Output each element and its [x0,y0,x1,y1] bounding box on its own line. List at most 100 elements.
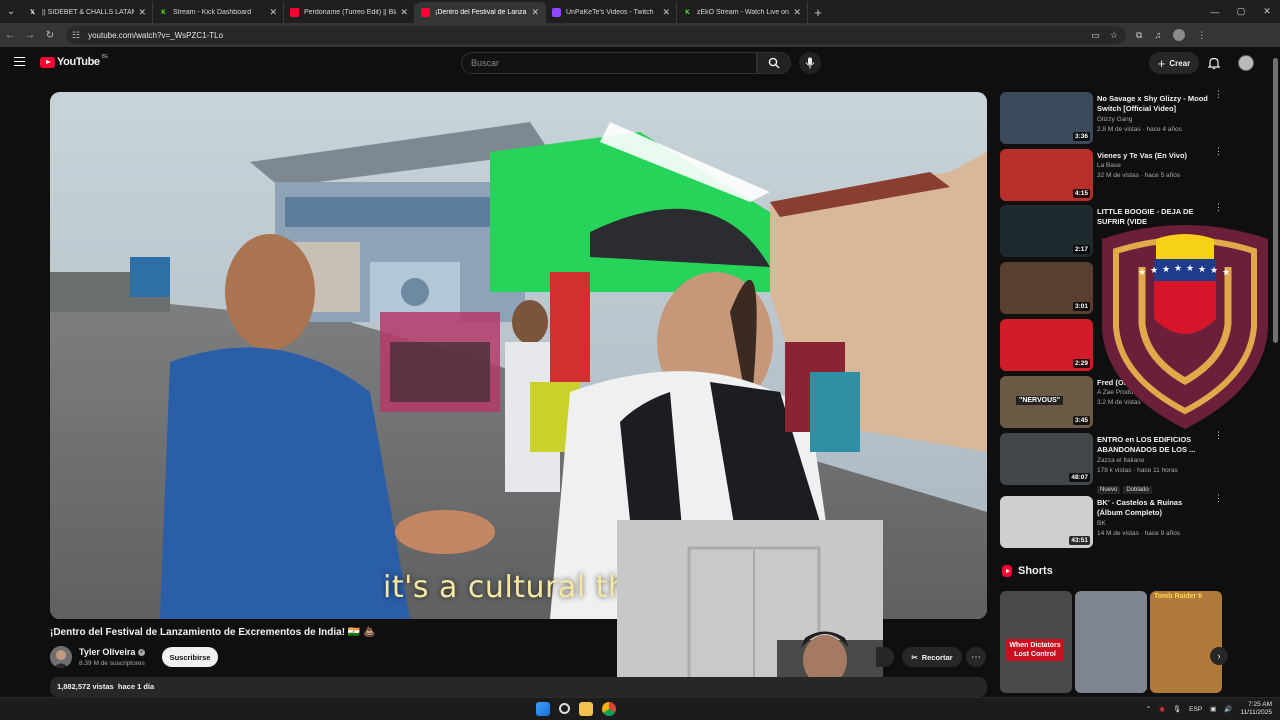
video-thumbnail[interactable]: 43:51 [1000,496,1093,548]
browser-tab[interactable]: 𝕏 || SIDEBET & CHALLS LATAM PL ✕ [22,2,153,23]
address-bar[interactable]: ☷ youtube.com/watch?v=_WsPZC1-TLo ▭ ☆ [66,26,1126,44]
video-thumbnail[interactable]: 4:15 [1000,149,1093,201]
language-indicator[interactable]: ESP [1189,706,1202,713]
voice-search-button[interactable] [799,52,821,74]
bookmark-star-icon[interactable]: ☆ [1110,30,1118,41]
recommended-meta: 32 M de vistas · hace 5 años [1097,172,1181,179]
shorts-next-button[interactable]: › [1210,647,1228,665]
recommended-video[interactable]: 4:15 Vienes y Te Vas (En Vivo) La Base 32 M… [1000,147,1223,201]
create-label: Crear [1169,58,1191,68]
video-options-icon[interactable]: ⋮ [1214,494,1223,503]
short-thumbnail[interactable]: Tomb Raider II [1150,591,1222,693]
minimize-icon[interactable]: — [1202,0,1228,23]
x-icon: 𝕏 [30,10,35,16]
close-tab-icon[interactable]: ✕ [531,7,539,18]
recommended-meta: 2.8 M de vistas · hace 4 años [1097,126,1182,133]
file-explorer-icon[interactable] [579,702,593,716]
tab-title: zEkO Stream - Watch Live on K [697,9,790,16]
notifications-bell-icon[interactable] [1207,56,1221,70]
video-options-icon[interactable]: ⋮ [1214,90,1223,99]
more-actions-button[interactable]: ⋯ [966,647,986,667]
duration-badge: 43:51 [1069,536,1090,545]
video-thumbnail[interactable]: 3:36 [1000,92,1093,144]
close-tab-icon[interactable]: ✕ [400,7,408,18]
extensions-icon[interactable]: ⧉ [1136,30,1142,41]
create-button[interactable]: + Crear [1149,52,1199,74]
site-info-icon[interactable]: ☷ [72,30,80,41]
browser-tab[interactable]: K Stream - Kick Dashboard ✕ [153,2,284,23]
search-button[interactable] [757,52,791,74]
tab-search-icon[interactable]: ⌄ [0,0,22,23]
svg-text:★: ★ [1162,265,1170,275]
menu-hamburger-icon[interactable] [14,57,25,66]
new-tab-button[interactable]: + [808,2,828,23]
start-menu-icon[interactable] [536,702,550,716]
chip-row: Nuevo Doblado [1097,478,1155,496]
close-window-icon[interactable]: ✕ [1254,0,1280,23]
clock[interactable]: 7:25 AM 11/11/2025 [1240,701,1272,717]
page-scrollbar[interactable] [1273,58,1278,343]
duration-badge: 4:15 [1072,189,1090,198]
browser-tab[interactable]: UnPaKeTe's Videos - Twitch ✕ [546,2,677,23]
tray-chevron-icon[interactable]: ⌃ [1146,705,1151,713]
video-options-icon[interactable]: ⋮ [1214,147,1223,156]
video-thumbnail[interactable]: 48:07 [1000,433,1093,485]
recommended-channel: La Base [1097,162,1121,169]
wifi-icon[interactable]: ▣ [1210,705,1216,713]
tray-app-icon[interactable]: ◉ [1159,705,1165,713]
account-avatar[interactable] [1238,55,1254,71]
maximize-icon[interactable]: ▢ [1228,0,1254,23]
action-pill[interactable] [876,647,894,667]
forward-icon[interactable]: → [20,30,40,41]
browser-tab[interactable]: KzEkO Stream - Watch Live on K ✕ [677,2,808,23]
media-control-icon[interactable]: ♫ [1154,30,1161,40]
youtube-icon [290,8,299,17]
scissors-icon: ✂ [911,652,918,662]
cast-icon[interactable]: ▭ [1091,30,1100,41]
recommended-meta: 178 k vistas · hace 11 horas [1097,467,1178,474]
recommended-video[interactable]: 3:36 No Savage x Shy Glizzy - Mood Switch… [1000,90,1223,144]
close-tab-icon[interactable]: ✕ [138,7,146,18]
video-chip: Nuevo [1097,486,1121,494]
clock-date: 11/11/2025 [1240,709,1272,716]
profile-avatar[interactable] [1173,29,1186,41]
youtube-logo[interactable]: YouTube BE [40,54,108,68]
search-input[interactable]: Buscar [461,52,757,74]
shorts-heading: Shorts [1002,565,1053,577]
chrome-icon[interactable] [602,702,616,716]
channel-name-row[interactable]: Tyler Oliveira ✓ [79,647,146,657]
video-options-icon[interactable]: ⋮ [1214,203,1223,212]
browser-tab[interactable]: Perdoname (Turreo Edit) || Black ✕ [284,2,415,23]
close-tab-icon[interactable]: ✕ [793,7,801,18]
recommended-video[interactable]: 43:51 BK' - Castelos & Ruínas (Álbum Comp… [1000,494,1223,548]
close-tab-icon[interactable]: ✕ [269,7,277,18]
short-thumbnail[interactable] [1075,591,1147,693]
volume-icon[interactable]: 🔊 [1224,705,1232,713]
video-chip: Doblado [1123,486,1152,494]
channel-avatar[interactable] [50,646,72,668]
video-thumbnail[interactable]: 3:01 [1000,262,1093,314]
svg-text:★: ★ [1198,265,1206,275]
clip-button[interactable]: ✂ Recortar [902,647,962,667]
video-options-icon[interactable]: ⋮ [1214,431,1223,440]
video-thumbnail[interactable]: 2:29 [1000,319,1093,371]
browser-menu-icon[interactable]: ⋮ [1197,30,1206,41]
kick-icon: K [161,9,166,16]
description-box[interactable]: 1,882,572 vistas hace 1 día [50,677,987,697]
recommended-meta: 14 M de vistas · hace 9 años [1097,530,1181,537]
browser-toolbar: ← → ↻ ☷ youtube.com/watch?v=_WsPZC1-TLo … [0,23,1280,47]
video-thumbnail[interactable]: "NERVOUS" 3:45 [1000,376,1093,428]
recommended-channel: BK [1097,520,1106,527]
tray-mic-icon[interactable]: 🎙 [1173,705,1181,713]
view-count: 1,882,572 vistas [57,682,114,691]
short-thumbnail[interactable]: When Dictators Lost Control [1000,591,1072,693]
browser-tab[interactable]: ¡Dentro del Festival de Lanzamiento ✕ [415,2,546,23]
subscribe-button[interactable]: Suscribirse [162,647,218,667]
reload-icon[interactable]: ↻ [40,30,60,41]
close-tab-icon[interactable]: ✕ [662,7,670,18]
taskbar-search-icon[interactable] [559,703,570,714]
video-thumbnail[interactable]: 2:17 [1000,205,1093,257]
back-icon[interactable]: ← [0,30,20,41]
svg-text:★: ★ [1186,264,1194,274]
recommended-video[interactable]: 48:07 ENTRO en LOS EDIFICIOS ABANDONADOS … [1000,431,1223,494]
